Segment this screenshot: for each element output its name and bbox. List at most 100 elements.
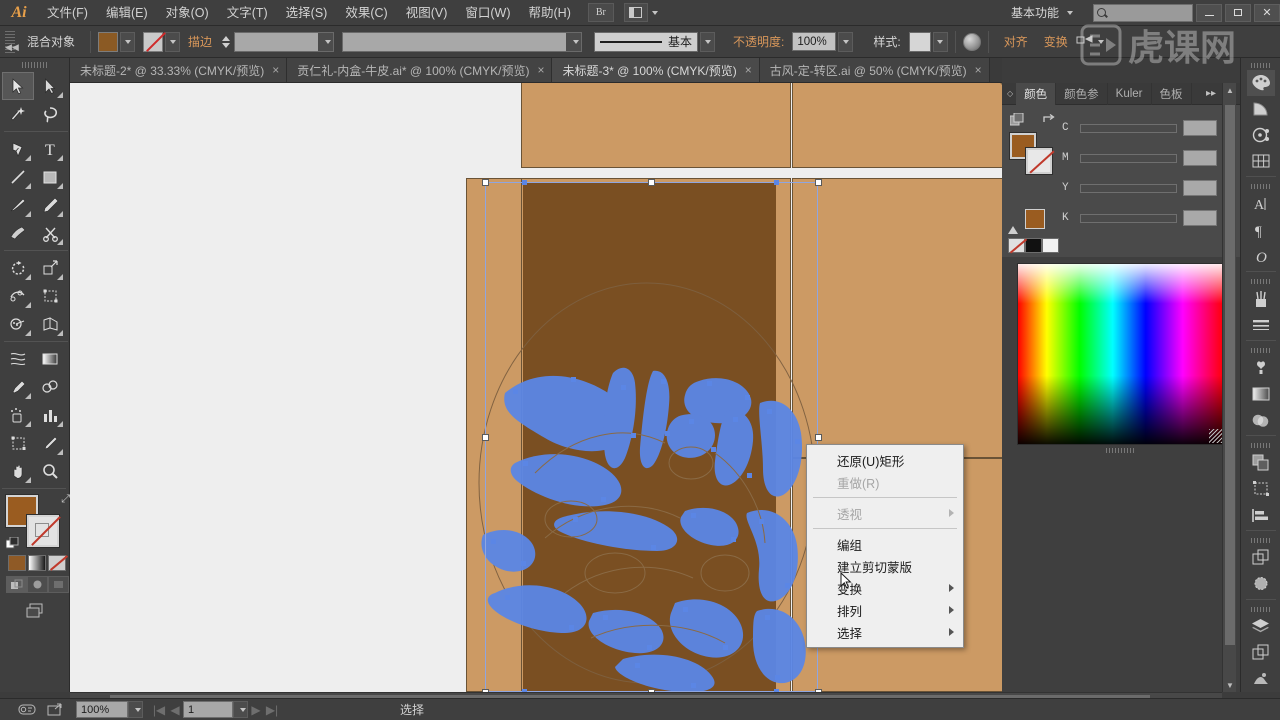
opentype-icon[interactable]: O — [1247, 243, 1275, 269]
maximize-button[interactable] — [1225, 3, 1251, 22]
graphic-style-swatch[interactable] — [908, 31, 931, 52]
artboard-number-input[interactable]: 1 — [183, 701, 233, 718]
search-input[interactable] — [1093, 3, 1193, 22]
current-color-swatch[interactable] — [1025, 209, 1045, 229]
color-panel-icon[interactable] — [1246, 69, 1275, 96]
document-tab[interactable]: 未标题-2* @ 33.33% (CMYK/预览) × — [70, 58, 288, 82]
opacity-input[interactable]: 100% — [792, 32, 837, 51]
rotate-tool[interactable] — [2, 254, 34, 282]
swatches-icon[interactable] — [1247, 148, 1275, 174]
panel-resize-grip[interactable] — [1209, 429, 1223, 443]
appearance-icon[interactable] — [1247, 545, 1275, 571]
slider-value-m[interactable] — [1183, 150, 1218, 166]
stroke-swatch-group[interactable] — [143, 31, 181, 52]
dock-grip[interactable] — [1250, 606, 1271, 612]
first-artboard-button[interactable]: |◀ — [151, 701, 167, 718]
fill-dropdown[interactable] — [120, 31, 136, 52]
dock-grip[interactable] — [1250, 184, 1271, 189]
paragraph-icon[interactable]: ¶ — [1247, 217, 1275, 243]
context-menu-item-arrange[interactable]: 排列 — [807, 599, 963, 621]
menu-window[interactable]: 窗口(W) — [456, 0, 519, 26]
layers-icon[interactable] — [1247, 614, 1275, 640]
box-panel-top-right[interactable] — [792, 83, 1002, 168]
document-tab-active[interactable]: 未标题-3* @ 100% (CMYK/预览) × — [552, 58, 760, 82]
minimize-button[interactable] — [1196, 3, 1222, 22]
align-button[interactable]: 对齐 — [996, 33, 1036, 50]
context-menu-item-transform[interactable]: 变换 — [807, 577, 963, 599]
paintbrush-tool[interactable] — [2, 191, 34, 219]
panel-drag-icon[interactable]: ◇ — [1002, 89, 1016, 98]
stroke-weight-stepper[interactable] — [220, 32, 232, 52]
menu-object[interactable]: 对象(O) — [157, 0, 218, 26]
symbol-sprayer-tool[interactable] — [2, 401, 34, 429]
selection-handle[interactable] — [648, 179, 655, 186]
color-swatch-mode[interactable] — [8, 555, 26, 571]
swatch-none[interactable] — [1008, 238, 1025, 253]
slider-value-k[interactable] — [1183, 210, 1218, 226]
dock-grip[interactable] — [1250, 63, 1271, 68]
symbols-icon[interactable] — [1247, 355, 1275, 381]
menu-type[interactable]: 文字(T) — [218, 0, 277, 26]
width-tool[interactable] — [2, 282, 34, 310]
swatch-white[interactable] — [1042, 238, 1059, 253]
scale-tool[interactable] — [34, 254, 66, 282]
chevron-down-icon[interactable] — [651, 10, 658, 15]
collapse-panel-icon[interactable]: ◀◀ — [5, 42, 19, 53]
close-icon[interactable]: × — [537, 64, 544, 76]
tools-panel-grip[interactable] — [21, 62, 48, 68]
links-icon[interactable] — [1247, 666, 1275, 692]
style-dropdown[interactable] — [932, 31, 948, 52]
tools-panel-header[interactable]: ◀◀ — [0, 42, 69, 72]
brush-dropdown[interactable] — [700, 31, 716, 52]
close-icon[interactable]: × — [272, 64, 279, 76]
panel-divider[interactable] — [1002, 445, 1240, 455]
menu-select[interactable]: 选择(S) — [277, 0, 337, 26]
slice-tool[interactable] — [34, 429, 66, 457]
scroll-down-icon[interactable]: ▼ — [1223, 678, 1237, 692]
menu-effect[interactable]: 效果(C) — [336, 0, 396, 26]
stroke-icon[interactable] — [1247, 312, 1275, 338]
column-graph-tool[interactable] — [34, 401, 66, 429]
dock-grip[interactable] — [1250, 538, 1271, 543]
close-icon[interactable]: × — [975, 64, 982, 76]
last-artboard-button[interactable]: ▶| — [264, 701, 280, 718]
color-ramp-arrow-icon[interactable] — [1008, 212, 1018, 234]
graphic-styles-icon[interactable] — [1247, 571, 1275, 597]
selection-tool[interactable] — [2, 72, 34, 100]
direct-selection-tool[interactable] — [34, 72, 66, 100]
context-menu-item-undo[interactable]: 还原(U)矩形 — [807, 449, 963, 471]
arrange-documents-icon[interactable] — [623, 3, 648, 22]
tab-color[interactable]: 颜色 — [1016, 82, 1057, 105]
perspective-grid-tool[interactable] — [34, 310, 66, 338]
toolbar-stroke-swatch[interactable] — [26, 514, 60, 548]
dock-grip[interactable] — [1250, 279, 1271, 284]
stroke-weight-combo[interactable] — [234, 31, 335, 52]
scissors-tool[interactable] — [34, 219, 66, 247]
brushes-icon[interactable] — [1247, 286, 1275, 312]
tab-swatches[interactable]: 色板 — [1152, 82, 1192, 105]
vertical-scroll-thumb[interactable] — [1225, 105, 1235, 645]
pencil-tool[interactable] — [34, 191, 66, 219]
blend-tool[interactable] — [34, 373, 66, 401]
mesh-tool[interactable] — [2, 345, 34, 373]
artboards-icon[interactable] — [1247, 640, 1275, 666]
fit-artboard-icon[interactable] — [16, 702, 38, 718]
shape-builder-tool[interactable] — [2, 310, 34, 338]
free-transform-tool[interactable] — [34, 282, 66, 310]
close-button[interactable]: ✕ — [1254, 3, 1280, 22]
draw-normal-icon[interactable] — [6, 576, 27, 593]
bridge-button[interactable]: Br — [587, 3, 614, 22]
slider-track-y[interactable] — [1080, 183, 1178, 193]
selection-handle[interactable] — [482, 179, 489, 186]
menu-file[interactable]: 文件(F) — [38, 0, 97, 26]
box-panel-main-right[interactable] — [792, 178, 1002, 458]
status-text[interactable]: 选择 — [400, 701, 424, 718]
character-icon[interactable]: A — [1247, 191, 1275, 217]
dock-grip[interactable] — [1250, 443, 1271, 448]
stroke-dropdown[interactable] — [165, 31, 181, 52]
slider-track-c[interactable] — [1080, 123, 1178, 133]
gradient-tool[interactable] — [34, 345, 66, 373]
workspace-switcher[interactable]: 基本功能 — [1001, 3, 1079, 23]
gradient-mode[interactable] — [28, 555, 46, 571]
share-icon[interactable] — [44, 702, 66, 718]
